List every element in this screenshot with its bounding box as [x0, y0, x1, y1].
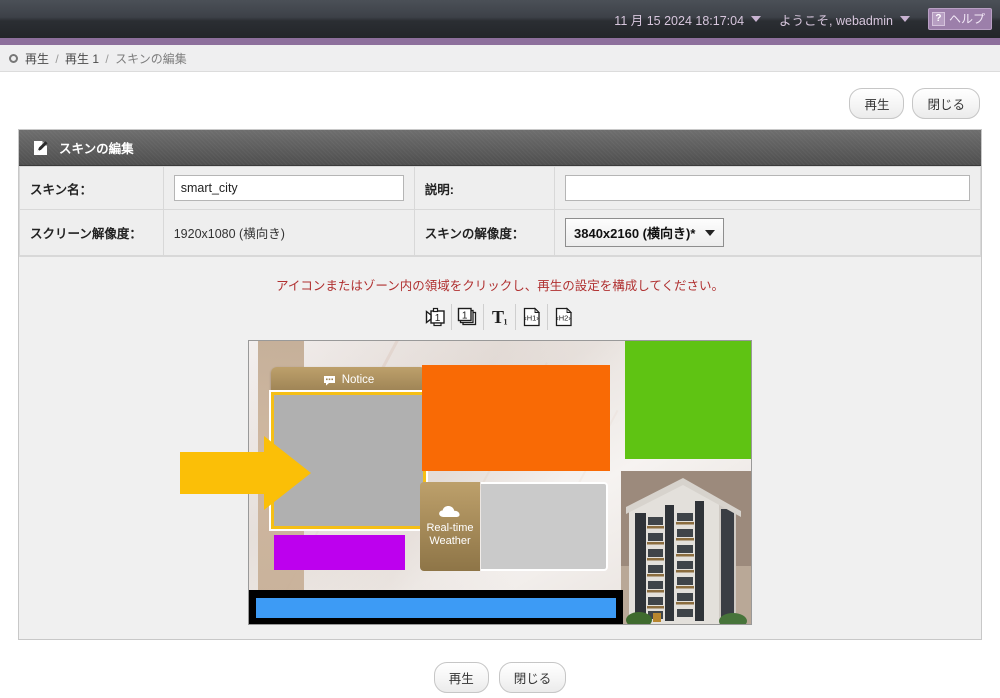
- notice-zone-title: Notice: [341, 374, 375, 386]
- html-zone-h2-icon[interactable]: ‹H2›: [548, 304, 580, 330]
- top-bar: 11 月 15 2024 18:17:04 ようこそ, webadmin ? ヘ…: [0, 0, 1000, 38]
- top-action-row: 再生 閉じる: [0, 72, 1000, 129]
- skin-resolution-select[interactable]: 3840x2160 (横向き)*: [565, 218, 725, 247]
- panel-title: スキンの編集: [59, 142, 134, 156]
- skin-preview-wrapper: Notice Real-time Weather: [180, 340, 752, 625]
- skin-properties-table: スキン名： 説明: スクリーン解像度： 1920x1080 (横向き) スキンの…: [19, 166, 981, 256]
- skin-preview-canvas[interactable]: Notice Real-time Weather: [248, 340, 752, 625]
- description-label: 説明:: [413, 166, 556, 210]
- pencil-edit-icon: [31, 138, 51, 158]
- breadcrumb-item-0[interactable]: 再生: [25, 52, 49, 66]
- user-greeting-text: ようこそ, webadmin: [779, 13, 893, 28]
- weather-zone-title: Real-time Weather: [426, 521, 474, 547]
- datetime-text: 11 月 15 2024 18:17:04: [614, 13, 745, 28]
- help-label: ヘルプ: [948, 12, 985, 26]
- close-button-bottom[interactable]: 閉じる: [498, 662, 567, 693]
- breadcrumb-item-1[interactable]: 再生 1: [65, 52, 99, 66]
- panel-header: スキンの編集: [19, 130, 981, 166]
- chevron-down-icon: [899, 16, 910, 22]
- description-input[interactable]: [565, 175, 970, 201]
- cloud-icon: [438, 505, 462, 522]
- screen-resolution-value: 1920x1080 (横向き): [162, 209, 415, 256]
- close-button-top[interactable]: 閉じる: [912, 88, 980, 119]
- play-button-top[interactable]: 再生: [849, 88, 905, 119]
- svg-text:1: 1: [461, 310, 467, 321]
- blue-ticker-zone[interactable]: [253, 595, 619, 621]
- skin-name-input[interactable]: [173, 175, 404, 201]
- speech-bubble-icon: [323, 375, 342, 386]
- table-row: スキン名： 説明:: [19, 166, 981, 210]
- svg-text:‹H2›: ‹H2›: [556, 314, 571, 323]
- breadcrumb-item-2: スキンの編集: [115, 51, 187, 66]
- notice-zone-header[interactable]: Notice: [271, 367, 426, 393]
- page-content: 再生 閉じる スキンの編集 スキン名： 説明:: [0, 72, 1000, 693]
- skin-name-cell: [162, 166, 415, 210]
- svg-text:1: 1: [434, 313, 440, 324]
- canvas-hint-text: アイコンまたはゾーン内の領域をクリックし、再生の設定を構成してください。: [275, 279, 724, 293]
- zone-type-toolbar: 1 1 T 1 ‹H1› ‹H2›: [19, 304, 981, 330]
- skin-canvas-area: アイコンまたはゾーン内の領域をクリックし、再生の設定を構成してください。 1 1…: [19, 256, 981, 639]
- question-mark-icon: ?: [931, 11, 945, 26]
- target-bullet-icon: [9, 53, 18, 63]
- breadcrumb-bar: 再生 / 再生 1 / スキンの編集: [0, 45, 1000, 72]
- html-zone-h1-icon[interactable]: ‹H1›: [516, 304, 548, 330]
- skin-resolution-cell: 3840x2160 (横向き)*: [554, 209, 981, 256]
- skin-resolution-selected-value: 3840x2160 (横向き)*: [574, 226, 696, 241]
- user-menu[interactable]: ようこそ, webadmin: [779, 10, 910, 29]
- breadcrumb: 再生 / 再生 1 / スキンの編集: [25, 50, 187, 67]
- image-zone-1-icon[interactable]: 1: [452, 304, 484, 330]
- chevron-down-icon: [705, 229, 716, 236]
- svg-text:1: 1: [503, 318, 507, 327]
- skin-resolution-label: スキンの解像度：: [413, 209, 556, 256]
- description-cell: [554, 166, 981, 210]
- text-zone-1-icon[interactable]: T 1: [484, 304, 516, 330]
- skin-edit-panel: スキンの編集 スキン名： 説明: スクリーン解像度： 1920x1080 (横向…: [18, 129, 982, 640]
- orange-zone[interactable]: [422, 365, 610, 471]
- magenta-zone[interactable]: [274, 535, 405, 570]
- green-zone[interactable]: [625, 341, 751, 459]
- chevron-down-icon: [751, 16, 762, 22]
- breadcrumb-separator: /: [55, 51, 59, 66]
- screen-resolution-label: スクリーン解像度：: [19, 209, 164, 256]
- accent-bar: [0, 38, 1000, 45]
- video-zone-1-icon[interactable]: 1: [420, 304, 452, 330]
- svg-text:T: T: [491, 307, 503, 327]
- breadcrumb-separator: /: [105, 51, 109, 66]
- bottom-action-row: 再生 閉じる: [0, 640, 1000, 693]
- help-button[interactable]: ? ヘルプ: [927, 8, 992, 30]
- table-row: スクリーン解像度： 1920x1080 (横向き) スキンの解像度： 3840x…: [19, 209, 981, 256]
- svg-text:‹H1›: ‹H1›: [524, 314, 539, 323]
- notice-zone-body[interactable]: [269, 390, 428, 531]
- weather-zone-body[interactable]: [481, 482, 608, 571]
- skin-name-label: スキン名：: [19, 166, 164, 210]
- datetime-menu[interactable]: 11 月 15 2024 18:17:04: [614, 10, 762, 29]
- building-photo: [621, 471, 751, 624]
- weather-zone-label[interactable]: Real-time Weather: [420, 482, 480, 571]
- play-button-bottom[interactable]: 再生: [433, 662, 489, 693]
